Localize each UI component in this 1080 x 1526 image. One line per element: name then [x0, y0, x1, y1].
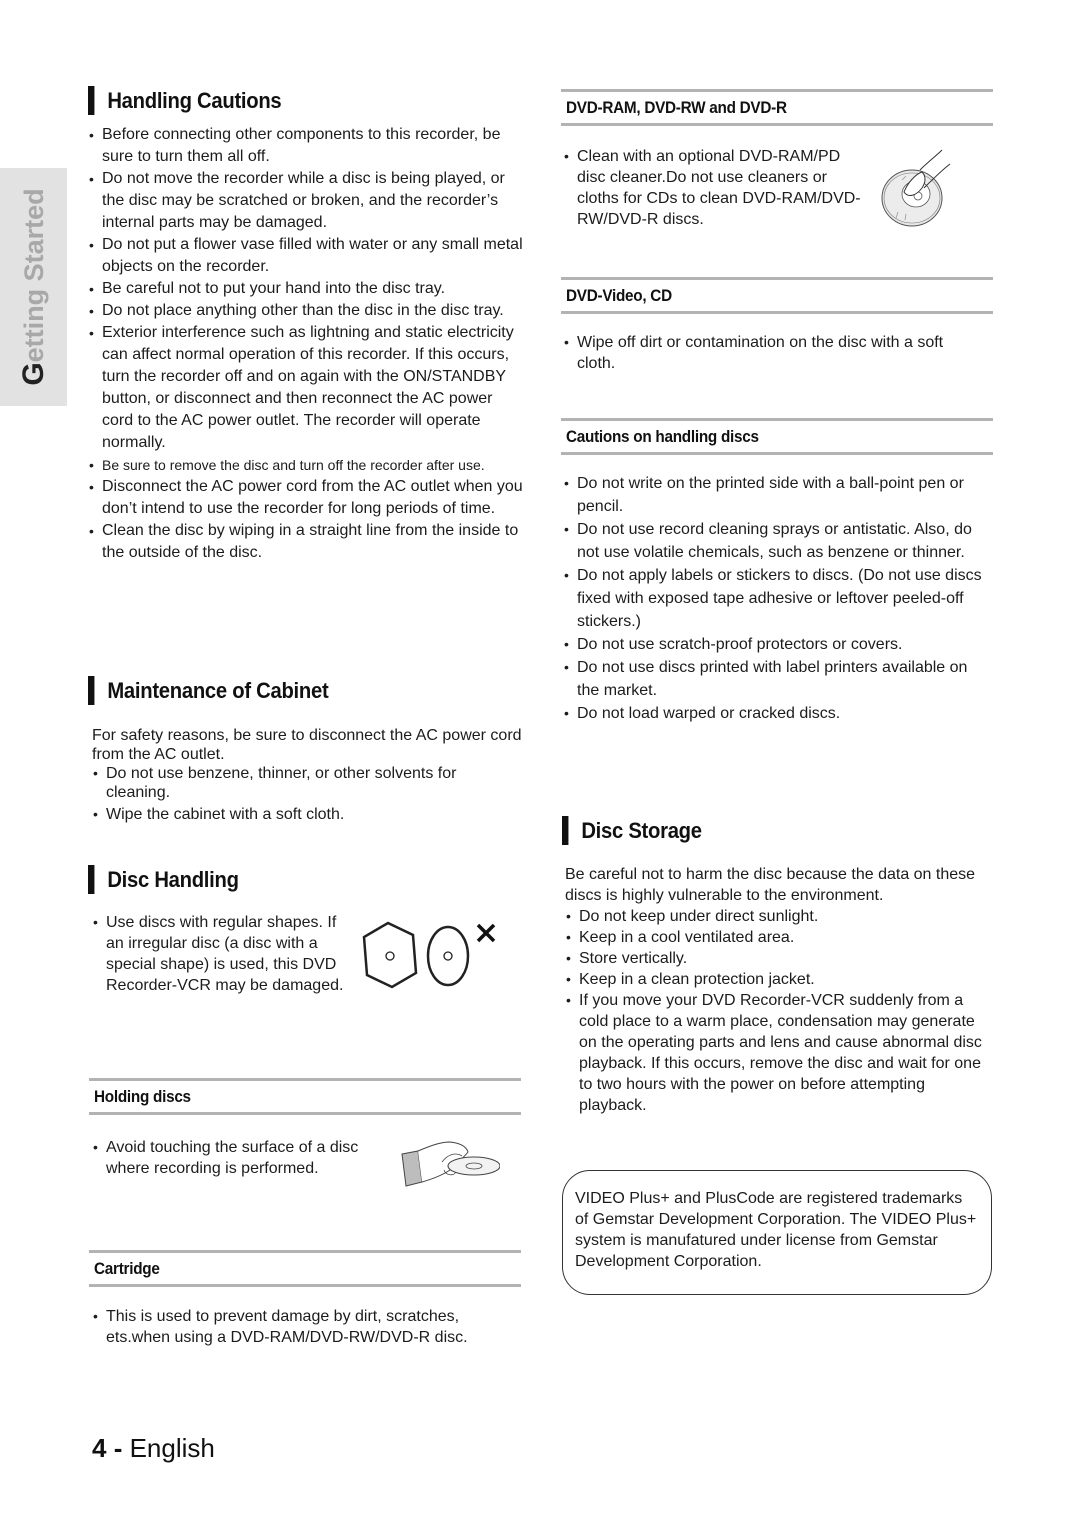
hexagon-disc-icon [362, 921, 418, 989]
holding-discs-subheading: Holding discs [89, 1078, 521, 1115]
maintenance-intro: For safety reasons, be sure to disconnec… [92, 727, 522, 763]
not-allowed-x-icon [476, 923, 496, 943]
list-item: Be sure to remove the disc and turn off … [88, 454, 526, 476]
oval-disc-icon [426, 925, 470, 987]
dvd-video-subheading: DVD-Video, CD [561, 277, 993, 314]
list-item: Use discs with regular shapes. If an irr… [92, 912, 350, 996]
list-item: Do not load warped or cracked discs. [563, 702, 988, 725]
heading-bar [562, 816, 569, 845]
list-item: This is used to prevent damage by dirt, … [92, 1306, 522, 1348]
side-tab-getting-started: Getting Started [0, 168, 67, 406]
footer-language: English [129, 1433, 215, 1463]
disc-storage-list: Do not keep under direct sunlight. Keep … [565, 906, 985, 1116]
trademark-note-text: VIDEO Plus+ and PlusCode are registered … [575, 1190, 977, 1270]
hand-holding-disc-icon [401, 1141, 500, 1187]
list-item: Do not use scratch-proof protectors or c… [563, 633, 988, 656]
side-tab-label: Getting Started [16, 188, 50, 386]
list-item: Do not use discs printed with label prin… [563, 656, 988, 702]
list-item: Do not keep under direct sunlight. [565, 906, 985, 927]
list-item: Do not apply labels or stickers to discs… [563, 564, 988, 633]
list-item: Do not place anything other than the dis… [88, 300, 526, 322]
list-item: Clean with an optional DVD-RAM/PD disc c… [563, 146, 873, 230]
handling-cautions-heading: Handling Cautions [88, 86, 298, 115]
list-item: Before connecting other components to th… [88, 124, 526, 168]
list-item: Store vertically. [565, 948, 985, 969]
irregular-discs-illustration [362, 921, 496, 989]
cautions-discs-list: Do not write on the printed side with a … [563, 472, 988, 725]
page-footer: 4 - English [92, 1433, 215, 1464]
cartridge-list: This is used to prevent damage by dirt, … [92, 1306, 522, 1348]
list-item: Do not use record cleaning sprays or ant… [563, 518, 988, 564]
handling-cautions-list: Before connecting other components to th… [88, 124, 526, 564]
list-item: Disconnect the AC power cord from the AC… [88, 476, 526, 520]
list-item: Be careful not to put your hand into the… [88, 278, 526, 300]
list-item: Wipe off dirt or contamination on the di… [563, 332, 983, 374]
disc-storage-heading: Disc Storage [562, 816, 714, 845]
disc-handling-heading: Disc Handling [88, 865, 252, 894]
page-number: 4 [92, 1433, 107, 1463]
disc-handling-list: Use discs with regular shapes. If an irr… [92, 912, 350, 996]
list-item: Clean the disc by wiping in a straight l… [88, 520, 526, 564]
list-item: Wipe the cabinet with a soft cloth. [92, 805, 522, 824]
hand-cleaning-disc-icon [881, 149, 951, 227]
cartridge-subheading: Cartridge [89, 1250, 521, 1287]
holding-discs-list: Avoid touching the surface of a disc whe… [92, 1137, 402, 1179]
disc-storage-intro: Be careful not to harm the disc because … [565, 866, 976, 904]
heading-bar [88, 865, 95, 894]
list-item: Keep in a cool ventilated area. [565, 927, 985, 948]
list-item: Exterior interference such as lightning … [88, 322, 526, 454]
heading-bar [88, 676, 95, 705]
cautions-discs-subheading: Cautions on handling discs [561, 418, 993, 455]
list-item: Do not write on the printed side with a … [563, 472, 988, 518]
list-item: Keep in a clean protection jacket. [565, 969, 985, 990]
list-item: Do not use benzene, thinner, or other so… [92, 764, 522, 802]
dvd-video-list: Wipe off dirt or contamination on the di… [563, 332, 983, 374]
list-item: If you move your DVD Recorder-VCR sudden… [565, 990, 985, 1116]
footer-separator: - [106, 1433, 130, 1463]
maintenance-heading: Maintenance of Cabinet [88, 676, 349, 705]
dvd-ram-subheading: DVD-RAM, DVD-RW and DVD-R [561, 89, 993, 126]
list-item: Avoid touching the surface of a disc whe… [92, 1137, 402, 1179]
maintenance-list: Do not use benzene, thinner, or other so… [92, 764, 522, 824]
heading-bar [88, 86, 95, 115]
list-item: Do not put a flower vase filled with wat… [88, 234, 526, 278]
list-item: Do not move the recorder while a disc is… [88, 168, 526, 234]
dvd-ram-list: Clean with an optional DVD-RAM/PD disc c… [563, 146, 873, 230]
trademark-note-box: VIDEO Plus+ and PlusCode are registered … [562, 1170, 992, 1295]
